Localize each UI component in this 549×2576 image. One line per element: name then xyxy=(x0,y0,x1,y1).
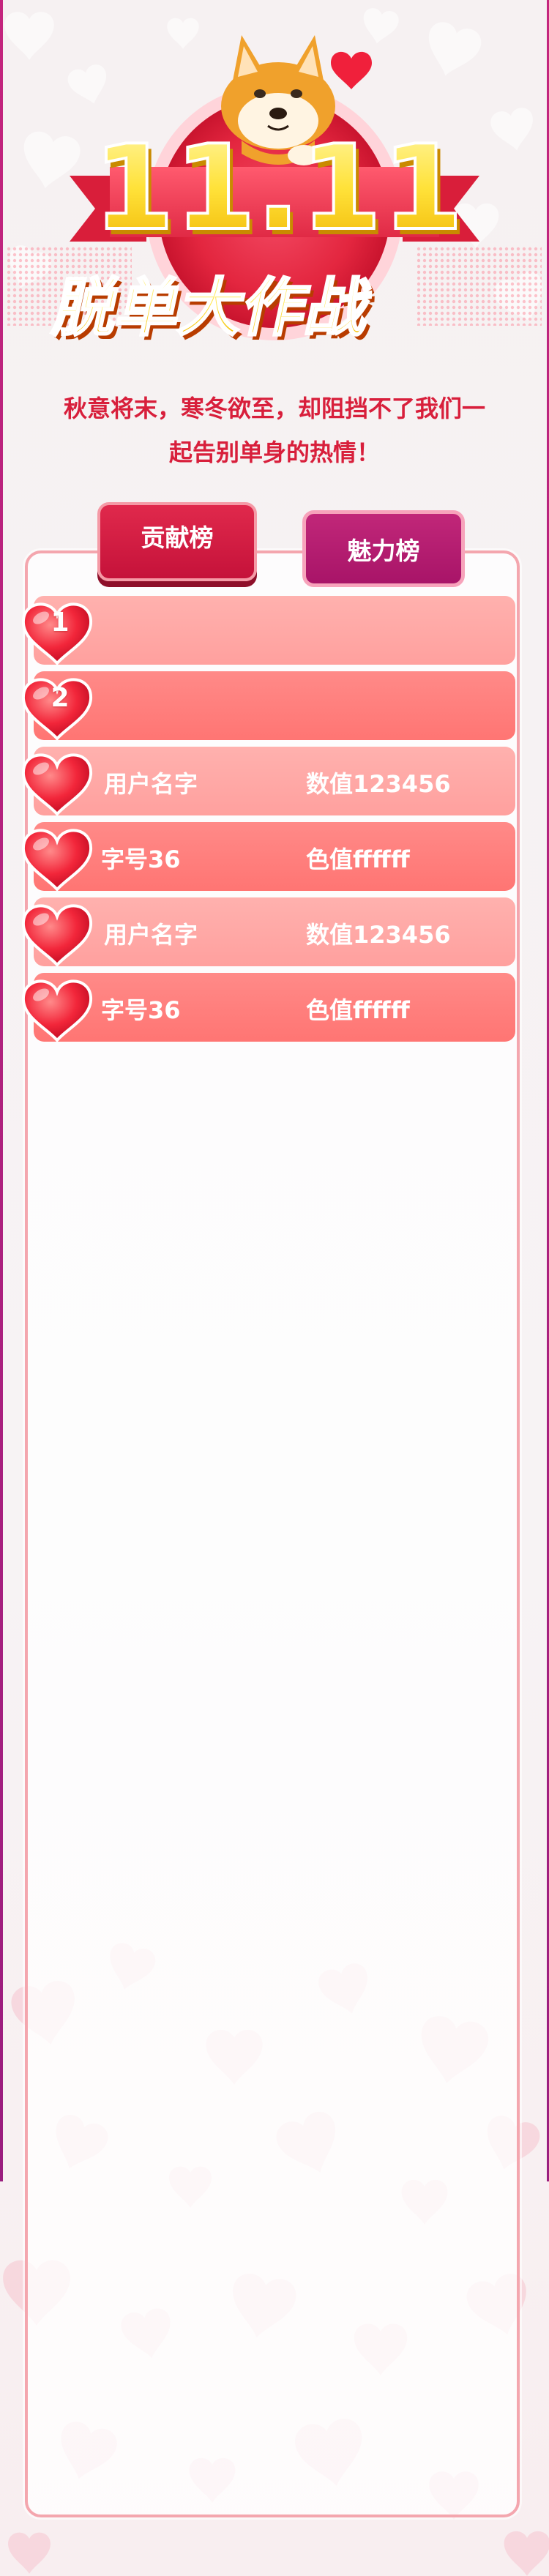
user-value: 数值123456 xyxy=(306,770,451,798)
slogan-line-2: 起告别单身的热情！ xyxy=(168,438,380,466)
heart-icon xyxy=(18,744,97,817)
ranking-row[interactable]: 1 xyxy=(21,596,515,666)
rank-number: 2 xyxy=(51,683,70,713)
heart-icon xyxy=(18,819,97,892)
user-name: 用户名字 xyxy=(104,921,198,949)
user-name: 用户名字 xyxy=(104,770,198,798)
heart-icon xyxy=(18,895,97,968)
event-banner: 11.11 11.11 脱单大作战 脱单大作战 xyxy=(0,0,549,366)
slogan-text: 秋意将末，寒冬欲至，却阻挡不了我们一 起告别单身的热情！ xyxy=(29,387,520,474)
slogan-line-1: 秋意将末，寒冬欲至，却阻挡不了我们一 xyxy=(63,395,485,422)
tab-contribution[interactable]: 贡献榜 xyxy=(97,502,257,581)
user-name: 字号36 xyxy=(101,996,181,1024)
ranking-row[interactable]: 字号36 色值ffffff xyxy=(21,973,515,1043)
user-name: 字号36 xyxy=(101,845,181,873)
ranking-row[interactable]: 字号36 色值ffffff xyxy=(21,822,515,892)
heart-icon xyxy=(18,970,97,1043)
tab-charm-label: 魅力榜 xyxy=(347,536,420,565)
rank-number: 1 xyxy=(51,608,70,638)
title-text: 脱单大作战 xyxy=(48,271,378,345)
user-value: 色值ffffff xyxy=(306,996,410,1024)
title-number: 11.11 xyxy=(93,119,463,256)
user-value: 数值123456 xyxy=(306,921,451,949)
ranking-row[interactable]: 用户名字 数值123456 xyxy=(21,747,515,817)
tab-contribution-label: 贡献榜 xyxy=(141,523,214,552)
small-heart-icon xyxy=(331,51,372,89)
ranking-row[interactable]: 2 xyxy=(21,671,515,742)
ranking-row[interactable]: 用户名字 数值123456 xyxy=(21,897,515,968)
user-value: 色值ffffff xyxy=(306,845,410,873)
tab-charm[interactable]: 魅力榜 xyxy=(302,510,465,587)
